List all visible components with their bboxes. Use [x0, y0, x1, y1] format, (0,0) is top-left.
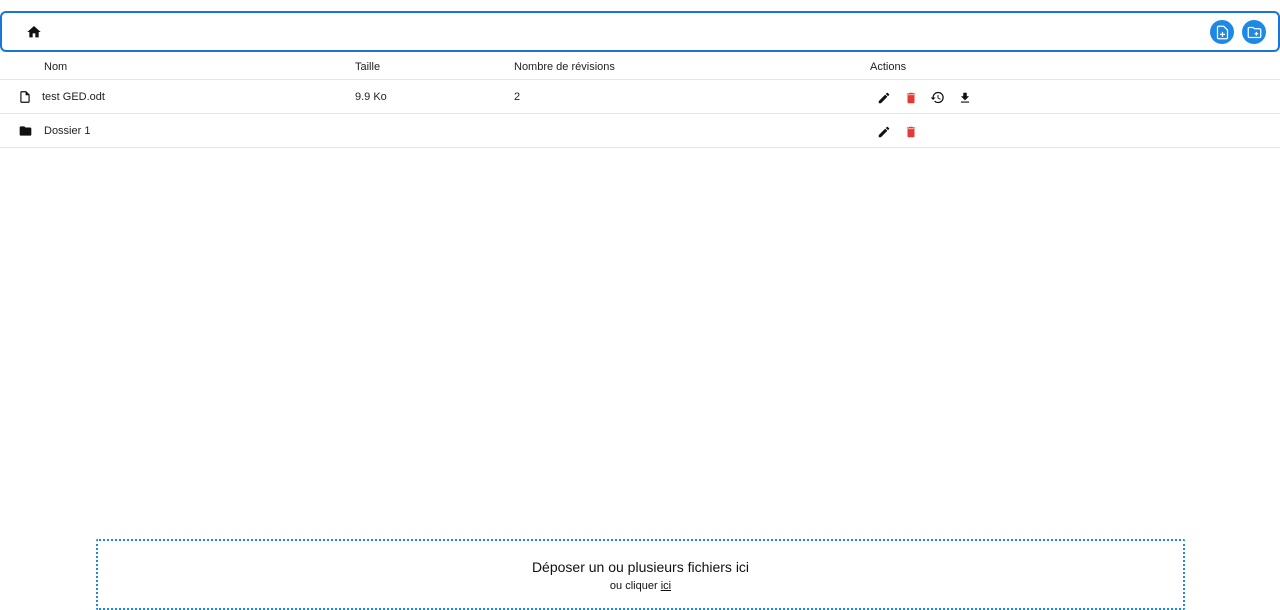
- home-icon[interactable]: [24, 22, 44, 42]
- new-folder-button[interactable]: [1242, 20, 1266, 44]
- create-new-folder-icon: [1247, 26, 1261, 38]
- table-row[interactable]: Dossier 1: [0, 114, 1280, 148]
- note-add-icon: [1216, 25, 1228, 39]
- row-actions: [875, 89, 973, 106]
- delete-icon[interactable]: [902, 89, 919, 106]
- edit-icon[interactable]: [875, 89, 892, 106]
- breadcrumb-toolbar: [0, 11, 1280, 52]
- column-header-name[interactable]: Nom: [44, 60, 67, 74]
- edit-icon[interactable]: [875, 123, 892, 140]
- new-file-button[interactable]: [1210, 20, 1234, 44]
- row-actions: [875, 123, 919, 140]
- dropzone-title: Déposer un ou plusieurs fichiers ici: [531, 559, 750, 575]
- column-header-size[interactable]: Taille: [355, 60, 380, 74]
- row-size: 9.9 Ko: [355, 91, 387, 103]
- row-name[interactable]: Dossier 1: [44, 124, 90, 138]
- file-table: Nom Taille Nombre de révisions Actions t…: [0, 52, 1280, 148]
- dropzone-sub-prefix: ou cliquer: [609, 580, 658, 592]
- column-header-actions: Actions: [870, 61, 907, 73]
- dropzone-browse-link[interactable]: ici: [661, 580, 671, 592]
- download-icon[interactable]: [956, 89, 973, 106]
- folder-icon: [17, 123, 33, 139]
- column-header-revisions[interactable]: Nombre de révisions: [514, 60, 615, 74]
- history-icon[interactable]: [929, 89, 946, 106]
- row-revisions: 2: [514, 91, 521, 103]
- dropzone-subtitle: ou cliquer ici: [98, 580, 1183, 592]
- upload-dropzone[interactable]: Déposer un ou plusieurs fichiers ici ou …: [96, 539, 1185, 610]
- row-name[interactable]: test GED.odt: [42, 90, 105, 104]
- table-row[interactable]: test GED.odt 9.9 Ko 2: [0, 80, 1280, 114]
- delete-icon[interactable]: [902, 123, 919, 140]
- file-icon: [17, 89, 33, 105]
- table-header: Nom Taille Nombre de révisions Actions: [0, 52, 1280, 80]
